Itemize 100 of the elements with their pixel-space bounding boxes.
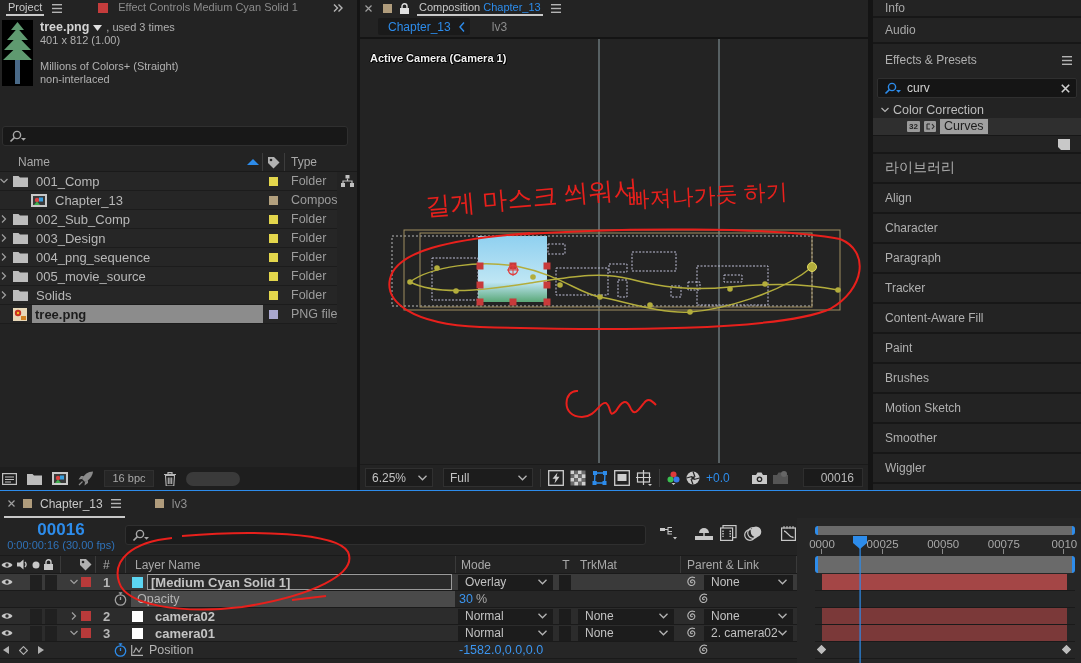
label-color-icon[interactable] bbox=[269, 176, 278, 186]
spiral-icon[interactable] bbox=[698, 593, 710, 605]
eye-icon[interactable] bbox=[1, 612, 13, 620]
chevron-right-icon[interactable] bbox=[70, 612, 78, 620]
lock-switch[interactable] bbox=[45, 574, 57, 590]
keyframe-icon[interactable] bbox=[1061, 645, 1071, 654]
search-icon[interactable] bbox=[884, 81, 902, 95]
chevron-right-icon[interactable] bbox=[0, 253, 8, 261]
effect-category[interactable]: Color Correction bbox=[873, 101, 984, 118]
panel-header[interactable]: Align bbox=[873, 184, 1081, 214]
timeline-tab[interactable]: Chapter_13 bbox=[4, 491, 125, 518]
composition-icon[interactable] bbox=[52, 472, 68, 485]
dim-camera-icon[interactable] bbox=[772, 471, 788, 484]
motion-path-keyframe[interactable] bbox=[407, 279, 413, 285]
column-header[interactable]: Name bbox=[18, 155, 50, 169]
current-time[interactable]: 00016 bbox=[37, 521, 85, 539]
transform-handle[interactable] bbox=[543, 298, 551, 306]
footage-list-icon[interactable] bbox=[2, 472, 17, 485]
parent-dropdown[interactable]: None bbox=[704, 574, 793, 590]
flowchart-icon[interactable] bbox=[660, 526, 678, 540]
sort-ascending-icon[interactable] bbox=[247, 159, 259, 165]
label-color-icon[interactable] bbox=[269, 252, 278, 262]
graph-editor-icon[interactable] bbox=[781, 525, 796, 541]
transform-handle[interactable] bbox=[509, 298, 517, 306]
panel-header[interactable]: Character bbox=[873, 214, 1081, 244]
rgb-circles-icon[interactable] bbox=[667, 470, 680, 485]
zoom-dropdown[interactable]: 6.25% bbox=[365, 468, 433, 487]
label-color-icon[interactable] bbox=[81, 577, 91, 587]
search-icon[interactable] bbox=[9, 129, 27, 143]
chevron-left-icon[interactable] bbox=[458, 21, 465, 32]
project-row[interactable]: tree.png PNG file bbox=[0, 305, 337, 324]
label-color-icon[interactable] bbox=[269, 233, 278, 243]
panel-header[interactable]: Motion Sketch bbox=[873, 394, 1081, 424]
panel-header[interactable]: Smoother bbox=[873, 424, 1081, 454]
parent-dropdown[interactable]: None bbox=[704, 608, 793, 624]
film-strip-icon[interactable] bbox=[720, 525, 737, 541]
panel-header[interactable]: Audio bbox=[873, 18, 1081, 44]
timeline-tab[interactable]: lv3 bbox=[150, 491, 192, 518]
panel-tab[interactable]: Effect Controls Medium Cyan Solid 1 bbox=[116, 0, 300, 16]
close-icon[interactable] bbox=[1061, 83, 1070, 93]
transform-handle[interactable] bbox=[543, 262, 551, 270]
panel-header[interactable]: Brushes bbox=[873, 364, 1081, 394]
motion-path-keyframe[interactable] bbox=[835, 287, 841, 293]
menu-icon[interactable] bbox=[110, 499, 121, 508]
panel-header[interactable]: Paint bbox=[873, 334, 1081, 364]
shape-path-icon[interactable] bbox=[592, 469, 608, 486]
label-color-icon[interactable] bbox=[269, 309, 278, 319]
panel-header[interactable]: 라이브러리 bbox=[873, 154, 1081, 184]
label-color-icon[interactable] bbox=[269, 195, 278, 205]
circles-icon[interactable] bbox=[744, 525, 762, 541]
blend-mode-dropdown[interactable]: Overlay bbox=[458, 574, 553, 590]
checkerboard-icon[interactable] bbox=[570, 469, 586, 486]
label-color-icon[interactable] bbox=[269, 290, 278, 300]
bit-depth-button[interactable]: 16 bpc bbox=[104, 470, 154, 487]
chevron-right-icon[interactable] bbox=[0, 291, 8, 299]
menu-icon[interactable] bbox=[52, 3, 63, 13]
scroll-bar[interactable] bbox=[186, 471, 240, 486]
layer-name-field[interactable]: [Medium Cyan Solid 1] bbox=[147, 574, 452, 590]
eye-icon[interactable] bbox=[1, 578, 13, 586]
keyframe-icon[interactable] bbox=[816, 645, 826, 654]
layer-row[interactable]: 3 camera01 Normal None 2. camera02 bbox=[0, 625, 797, 642]
project-row[interactable]: Chapter_13 Compos bbox=[0, 191, 337, 210]
motion-path-keyframe[interactable] bbox=[597, 294, 603, 300]
track-matte-dropdown[interactable]: None bbox=[578, 608, 674, 624]
left-triangle-icon[interactable] bbox=[3, 646, 9, 654]
motion-path-keyframe[interactable] bbox=[647, 302, 653, 308]
chevrons-right-icon[interactable] bbox=[333, 4, 343, 12]
camera-icon[interactable] bbox=[751, 471, 767, 484]
motion-path-keyframe[interactable] bbox=[727, 286, 733, 292]
property-row[interactable]: Opacity 30 % bbox=[0, 591, 797, 608]
search-field[interactable]: curv bbox=[877, 78, 1077, 98]
caret-icon[interactable] bbox=[93, 24, 103, 31]
panel-tab[interactable]: Composition Chapter_13 bbox=[417, 0, 543, 16]
effect-item[interactable]: 32 Curves bbox=[873, 118, 1081, 135]
property-row[interactable]: Position -1582.0,0.0,0.0 bbox=[0, 642, 797, 659]
resolution-dropdown[interactable]: Full bbox=[443, 468, 533, 487]
property-value[interactable]: -1582.0,0.0,0.0 bbox=[459, 643, 544, 657]
chevron-right-icon[interactable] bbox=[0, 272, 8, 280]
solo-switch[interactable] bbox=[30, 574, 42, 590]
transform-handle[interactable] bbox=[476, 298, 484, 306]
stopwatch-icon[interactable] bbox=[114, 643, 127, 657]
panel-header[interactable]: Tracker bbox=[873, 274, 1081, 304]
menu-icon[interactable] bbox=[1062, 55, 1072, 65]
transform-handle[interactable] bbox=[543, 281, 551, 289]
chevron-down-icon[interactable] bbox=[881, 105, 889, 114]
panel-header[interactable]: Info bbox=[873, 0, 1081, 18]
trash-icon[interactable] bbox=[164, 471, 176, 486]
panel-header[interactable]: Content-Aware Fill bbox=[873, 304, 1081, 334]
close-icon[interactable] bbox=[8, 500, 15, 507]
lamp-icon[interactable] bbox=[695, 526, 713, 540]
motion-path-keyframe[interactable] bbox=[557, 282, 563, 288]
panel-header[interactable]: Wiggler bbox=[873, 454, 1081, 484]
track-matte-dropdown[interactable]: None bbox=[578, 625, 674, 641]
folder-icon[interactable] bbox=[27, 472, 42, 485]
exposure-value[interactable]: +0.0 bbox=[706, 470, 730, 485]
rocket-icon[interactable] bbox=[78, 471, 94, 486]
property-value[interactable]: 30 bbox=[459, 592, 473, 606]
playhead[interactable] bbox=[852, 536, 867, 663]
search-field[interactable] bbox=[2, 126, 348, 146]
spiral-icon[interactable] bbox=[686, 627, 698, 639]
